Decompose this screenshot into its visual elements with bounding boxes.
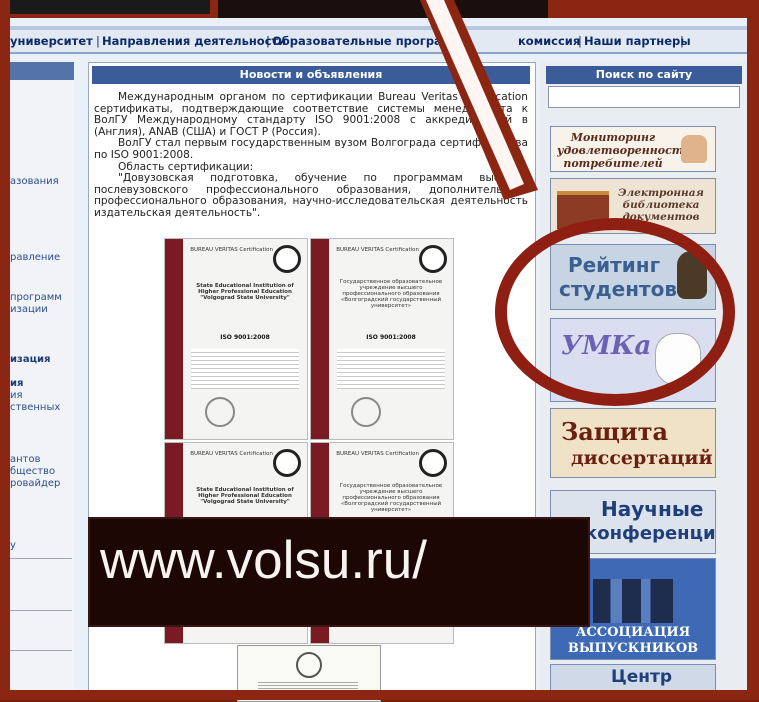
top-dark-strip-left xyxy=(0,0,210,14)
sidebar-item[interactable]: ственных xyxy=(10,402,60,413)
search-heading: Поиск по сайту xyxy=(546,66,742,84)
sidebar-item[interactable]: у xyxy=(10,540,16,551)
frame-right xyxy=(747,0,759,700)
certificate-image-ru[interactable]: BUREAU VERITAS Certification Государстве… xyxy=(310,238,454,440)
banner-defense-line2: диссертаций xyxy=(571,447,713,469)
certificate-title: Государственное образовательное учрежден… xyxy=(339,483,443,513)
frame-bottom xyxy=(0,690,759,700)
banner-alumni-line2: ВЫПУСКНИКОВ xyxy=(567,641,699,656)
sidebar-item[interactable]: равление xyxy=(10,252,60,263)
nav-item-university[interactable]: университет xyxy=(10,34,93,48)
banner-dissertation-defense[interactable]: Защита диссертаций xyxy=(550,408,716,478)
certificate-title: Государственное образовательное учрежден… xyxy=(339,279,443,309)
banner-monitoring[interactable]: Мониторинг удовлетворенности потребителе… xyxy=(550,126,716,172)
sidebar-divider xyxy=(10,650,72,651)
arrow-highlight xyxy=(426,0,524,190)
highlight-arrow xyxy=(420,0,538,200)
nav-item-directions[interactable]: Направления деятельности xyxy=(102,34,286,48)
sidebar-section[interactable]: ия xyxy=(10,378,23,389)
banner-conf-line1: Научные xyxy=(601,497,704,521)
certificate-seal-icon xyxy=(351,397,381,427)
certificate-brand: BUREAU VERITAS Certification xyxy=(190,247,273,253)
sidebar-item[interactable]: ровайдер xyxy=(10,478,60,489)
highlight-ring xyxy=(495,218,735,406)
certificate-seal-icon xyxy=(205,397,235,427)
left-sidebar-header xyxy=(10,62,74,80)
certificate-title: State Educational Institution of Higher … xyxy=(196,487,294,505)
certificate-band xyxy=(311,239,329,439)
sidebar-item[interactable]: ия xyxy=(10,390,23,401)
sidebar-item[interactable]: антов xyxy=(10,454,41,465)
site-url-label: www.volsu.ru/ xyxy=(100,531,427,590)
banner-center-label: Центр xyxy=(611,667,673,687)
graduates-icon xyxy=(593,579,673,623)
nav-separator: | xyxy=(680,34,684,48)
nav-item-partners[interactable]: Наши партнеры xyxy=(584,34,691,48)
certificate-text-lines xyxy=(191,349,299,389)
sidebar-divider xyxy=(10,558,72,559)
nav-separator: | xyxy=(578,34,582,48)
banner-alumni-line1: АССОЦИАЦИЯ xyxy=(575,625,691,640)
certificate-brand: BUREAU VERITAS Certification xyxy=(336,247,419,253)
left-sidebar xyxy=(10,62,74,690)
certificate-standard: ISO 9001:2008 xyxy=(366,334,416,341)
banner-monitoring-label: Мониторинг удовлетворенности потребителе… xyxy=(557,131,692,170)
bureau-veritas-logo-icon xyxy=(273,245,301,273)
sidebar-item[interactable]: изации xyxy=(10,304,48,315)
stamp-text-lines xyxy=(258,680,358,690)
banner-defense-line1: Защита xyxy=(561,417,669,446)
certificate-band xyxy=(165,239,183,439)
banner-center[interactable]: Центр xyxy=(550,664,716,690)
top-navigation: университет | Направления деятельности |… xyxy=(10,30,747,54)
bureau-veritas-logo-icon xyxy=(273,449,301,477)
search-input[interactable] xyxy=(548,86,740,108)
certificate-standard: ISO 9001:2008 xyxy=(220,334,270,341)
nav-separator: | xyxy=(96,34,100,48)
nav-separator: | xyxy=(266,34,270,48)
certificate-brand: BUREAU VERITAS Certification xyxy=(336,451,419,457)
banner-conf-line2: конференции xyxy=(585,523,716,544)
certificate-text-lines xyxy=(337,349,445,389)
highlight-ellipse xyxy=(495,218,735,406)
sidebar-item[interactable]: программ xyxy=(10,292,62,303)
thumbs-up-icon xyxy=(681,135,707,163)
sidebar-item[interactable]: бщество xyxy=(10,466,55,477)
certificate-title: State Educational Institution of Higher … xyxy=(196,283,294,301)
sidebar-section: изация xyxy=(10,354,51,365)
certificate-image-en[interactable]: BUREAU VERITAS Certification State Educa… xyxy=(164,238,308,440)
bureau-veritas-logo-icon xyxy=(419,449,447,477)
stamp-logo-icon xyxy=(296,652,322,678)
frame-left xyxy=(0,0,10,700)
certificate-brand: BUREAU VERITAS Certification xyxy=(190,451,273,457)
sidebar-item[interactable]: азования xyxy=(10,176,59,187)
sidebar-divider xyxy=(10,610,72,611)
bureau-veritas-logo-icon xyxy=(419,245,447,273)
